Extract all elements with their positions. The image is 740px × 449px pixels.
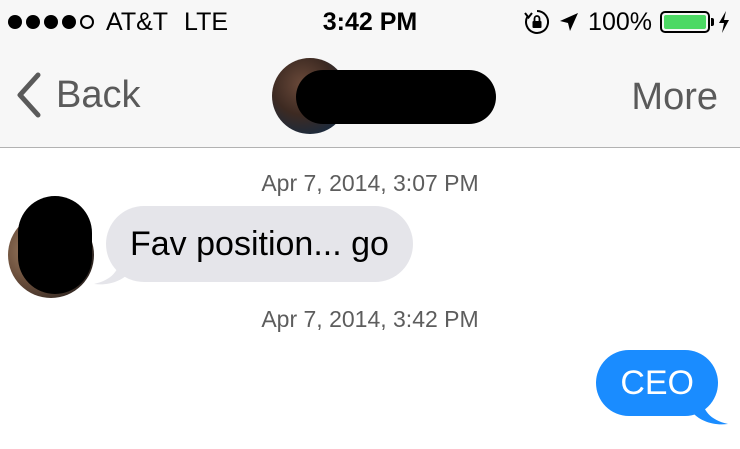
message-timestamp: Apr 7, 2014, 3:42 PM <box>261 306 479 332</box>
battery-fill <box>664 15 706 29</box>
chevron-left-icon <box>17 72 41 118</box>
navigation-bar: Back More <box>0 44 740 148</box>
orientation-lock-icon <box>524 9 550 35</box>
back-button[interactable]: Back <box>16 70 140 120</box>
status-right: 100% <box>516 6 730 38</box>
outgoing-message-bubble[interactable]: CEO <box>596 350 718 416</box>
message-timestamp: Apr 7, 2014, 3:07 PM <box>261 170 479 196</box>
charging-bolt-icon <box>718 11 730 33</box>
more-button[interactable]: More <box>631 72 718 122</box>
messages-screen: AT&T LTE 3:42 PM 100% Back More Apr 7, 2… <box>0 0 740 449</box>
redacted-contact-name <box>296 70 496 124</box>
battery-icon <box>660 11 714 33</box>
location-arrow-icon <box>558 11 580 33</box>
battery-percent: 100% <box>588 7 652 36</box>
status-bar: AT&T LTE 3:42 PM 100% <box>0 0 740 44</box>
redacted-sender-avatar <box>18 196 92 294</box>
back-label: Back <box>56 73 141 116</box>
incoming-message-bubble[interactable]: Fav position... go <box>106 206 413 282</box>
